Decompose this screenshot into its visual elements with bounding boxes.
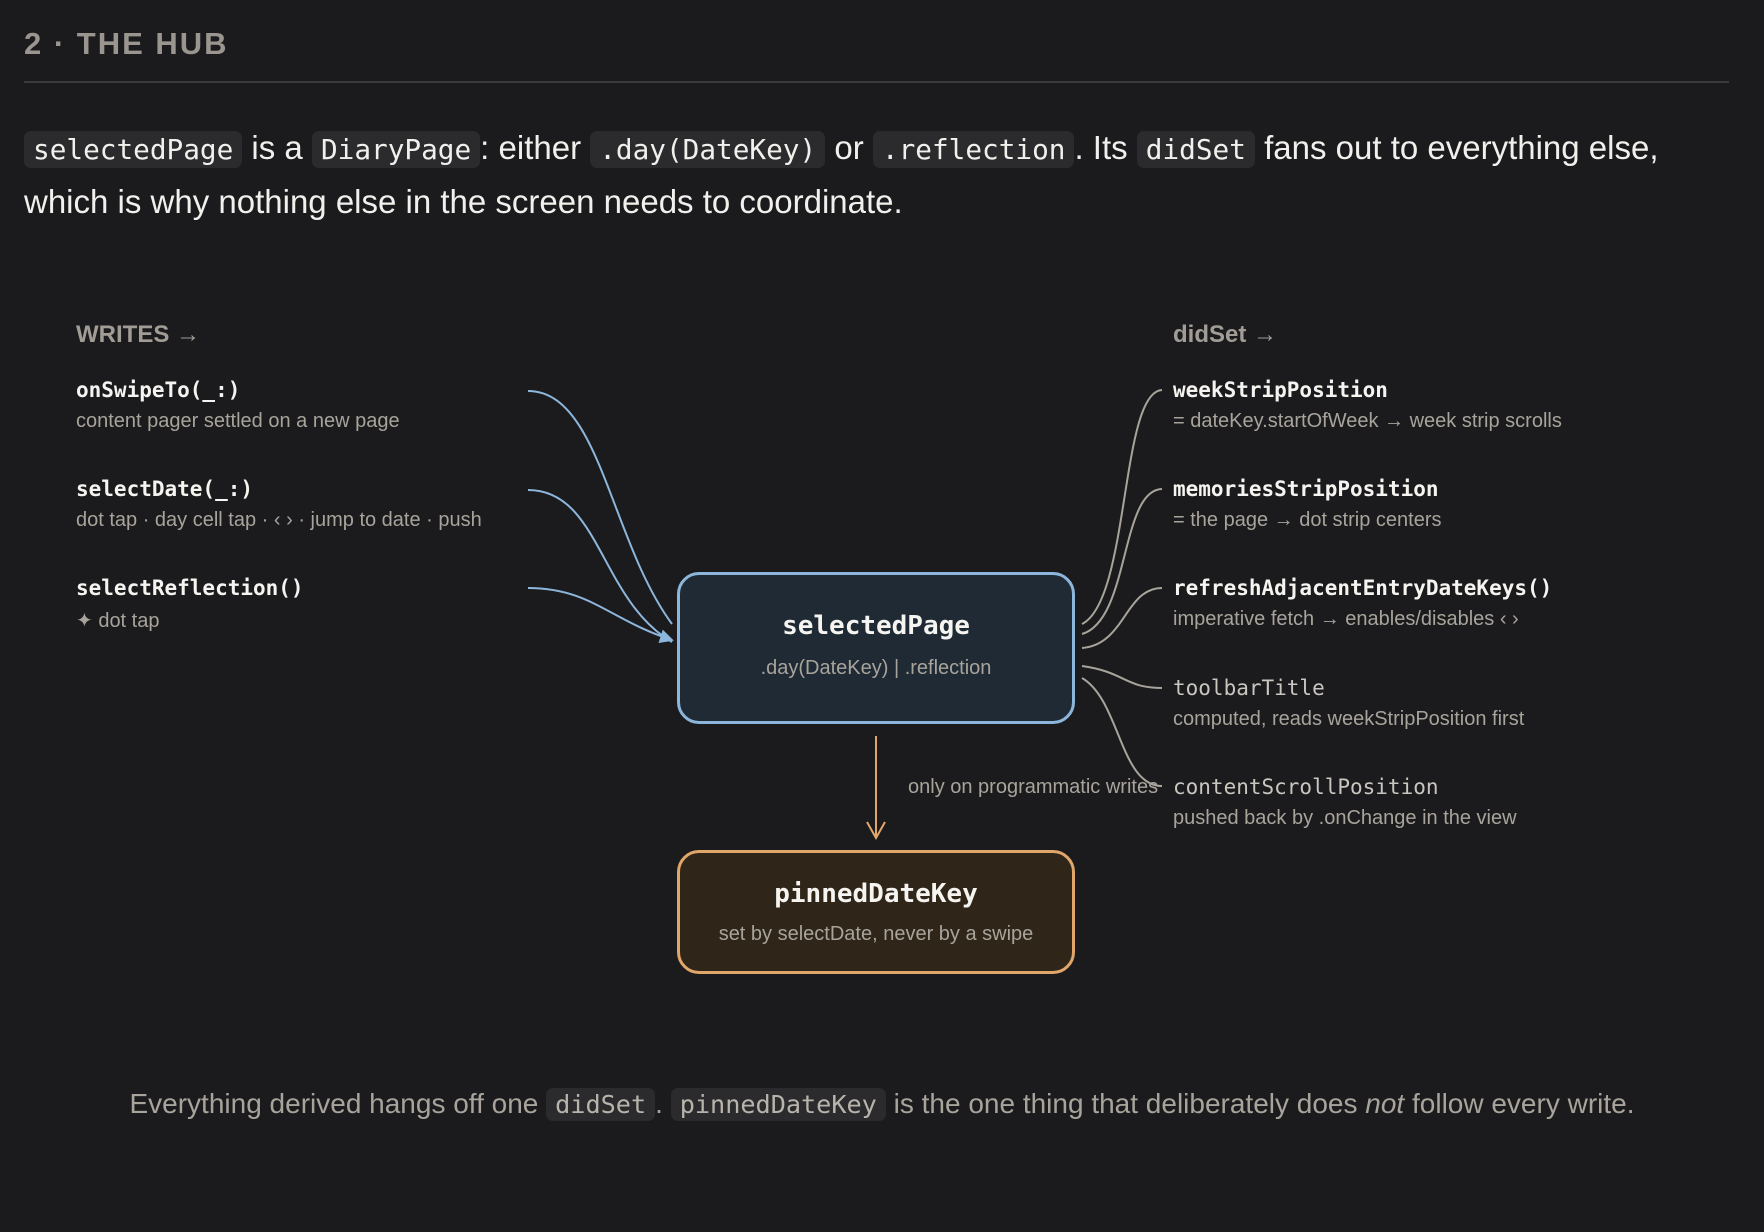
wire-weekstrip (1081, 389, 1163, 625)
hub-node-title: selectedPage (782, 611, 970, 641)
writes-item-selectreflection: selectReflection() ✦ dot tap (76, 576, 304, 633)
edge-label-programmatic: only on programmatic writes (908, 776, 1159, 798)
footer-code-pinned: pinnedDateKey (670, 1088, 886, 1121)
didset-item-name: memoriesStripPosition (1173, 477, 1439, 501)
didset-heading: didSet → (1173, 321, 1278, 348)
footer-text-2: . (655, 1088, 671, 1119)
footer-emphasis: not (1365, 1088, 1405, 1119)
didset-item-name: refreshAdjacentEntryDateKeys() (1173, 576, 1553, 600)
writes-item-name: selectDate(_:) (76, 477, 254, 501)
footer-text-1: Everything derived hangs off one (129, 1088, 547, 1119)
didset-item-name: weekStripPosition (1173, 378, 1388, 402)
didset-item-desc: = dateKey.startOfWeek → week strip scrol… (1173, 410, 1562, 432)
pinned-node-date-key: pinnedDateKey set by selectDate, never b… (677, 850, 1075, 974)
writes-item-name: selectReflection() (76, 576, 304, 600)
pinned-node-title: pinnedDateKey (774, 879, 978, 909)
pinned-node-subtitle: set by selectDate, never by a swipe (718, 923, 1034, 945)
didset-item-name: contentScrollPosition (1173, 775, 1439, 799)
footer-text-4: follow every write. (1404, 1088, 1635, 1119)
didset-item-desc: imperative fetch → enables/disables ‹ › (1173, 608, 1519, 630)
didset-item-refreshadjacententrydatekeys: refreshAdjacentEntryDateKeys() imperativ… (1173, 576, 1552, 631)
footer-text-3: is the one thing that deliberately does (885, 1088, 1366, 1119)
wire-selectdate (527, 489, 673, 643)
writes-item-desc: dot tap · day cell tap · ‹ › · jump to d… (76, 509, 482, 531)
writes-item-name: onSwipeTo(_:) (76, 378, 241, 402)
writes-item-selectdate: selectDate(_:) dot tap · day cell tap · … (76, 477, 482, 532)
didset-item-desc: pushed back by .onChange in the view (1173, 807, 1517, 829)
didset-item-contentscrollposition: contentScrollPosition pushed back by .on… (1173, 775, 1517, 830)
writes-item-desc: content pager settled on a new page (76, 410, 400, 432)
hub-node-selected-page: selectedPage .day(DateKey) | .reflection (677, 572, 1075, 724)
footer-code-didset: didSet (546, 1088, 656, 1121)
writes-item-desc: ✦ dot tap (76, 610, 160, 632)
writes-item-onswipeto: onSwipeTo(_:) content pager settled on a… (76, 378, 400, 433)
writes-heading: WRITES → (76, 321, 200, 348)
wire-selectreflection (527, 587, 674, 643)
didset-item-memoriesstripposition: memoriesStripPosition = the page → dot s… (1173, 477, 1442, 532)
hub-node-subtitle: .day(DateKey) | .reflection (760, 657, 992, 679)
didset-item-toolbartitle: toolbarTitle computed, reads weekStripPo… (1173, 676, 1524, 731)
didset-item-desc: = the page → dot strip centers (1173, 509, 1442, 531)
wire-contentscroll (1081, 677, 1163, 787)
didset-item-name: toolbarTitle (1173, 676, 1325, 700)
wire-toolbartitle (1081, 665, 1163, 689)
didset-item-desc: computed, reads weekStripPosition first (1173, 708, 1525, 730)
footer-caption: Everything derived hangs off one didSet.… (0, 1088, 1764, 1121)
didset-item-weekstripposition: weekStripPosition = dateKey.startOfWeek … (1173, 378, 1562, 433)
wire-refreshadjacent (1081, 587, 1163, 649)
